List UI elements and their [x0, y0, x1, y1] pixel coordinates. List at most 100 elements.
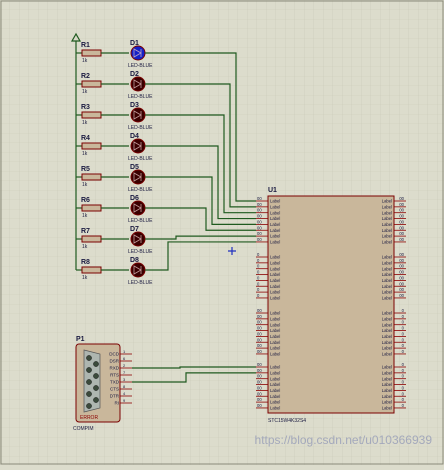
- resistor-body[interactable]: [81, 235, 102, 243]
- led-off[interactable]: [130, 107, 146, 123]
- resistor-ref: R6: [81, 197, 90, 204]
- ic-pin-number-left: 00: [257, 219, 262, 224]
- ic-pin-label-left: Label: [270, 272, 280, 277]
- ic-pin-label-left: Label: [270, 210, 280, 215]
- db9-pin-icon: [93, 385, 99, 391]
- connector-error-label: ERROR: [80, 415, 98, 421]
- ic-pin-label-right: Label: [382, 394, 392, 399]
- watermark-text: https://blog.csdn.net/u010366939: [255, 433, 433, 447]
- db9-pin-icon: [86, 355, 92, 361]
- ic-pin-number-right: 00: [399, 293, 404, 298]
- ic-pin-label-right: Label: [382, 284, 392, 289]
- led-off[interactable]: [130, 76, 146, 92]
- ic-pin-label-left: Label: [270, 199, 280, 204]
- ic-body[interactable]: [267, 195, 395, 414]
- led-lit[interactable]: [130, 45, 146, 61]
- ic-pin-number-left: 00: [257, 368, 262, 373]
- ic-pin-label-left: Label: [270, 346, 280, 351]
- ic-pin-number-left: 00: [257, 237, 262, 242]
- ic-pin-label-right: Label: [382, 322, 392, 327]
- ic-pin-label-left: Label: [270, 328, 280, 333]
- ic-pin-number-right: 00: [399, 202, 404, 207]
- ic-pin-label-right: Label: [382, 388, 392, 393]
- ic-pin-label-left: Label: [270, 352, 280, 357]
- ic-pin-number-right: 00: [399, 237, 404, 242]
- ic-pin-number-right: 00: [399, 225, 404, 230]
- resistor-value: 1k: [82, 151, 88, 157]
- ic-pin-number-left: 00: [257, 391, 262, 396]
- led-label: LED-BLUE: [128, 187, 153, 193]
- ic-pin-label-left: Label: [270, 240, 280, 245]
- resistor-body[interactable]: [81, 204, 102, 212]
- ic-pin-number-right: 00: [399, 281, 404, 286]
- ic-pin-number-right: 00: [399, 231, 404, 236]
- resistor-body[interactable]: [81, 266, 102, 274]
- ic-pin-label-left: Label: [270, 234, 280, 239]
- resistor-ref: R2: [81, 73, 90, 80]
- ic-pin-label-left: Label: [270, 311, 280, 316]
- ic-pin-number-left: 00: [257, 343, 262, 348]
- db9-pin-icon: [93, 397, 99, 403]
- ic-pin-number-right: 00: [399, 208, 404, 213]
- ic-pin-number-left: 00: [257, 231, 262, 236]
- led-off[interactable]: [130, 138, 146, 154]
- ic-pin-number-left: 00: [257, 196, 262, 201]
- ic-pin-number-right: 00: [399, 196, 404, 201]
- led-off[interactable]: [130, 200, 146, 216]
- ic-pin-label-right: Label: [382, 340, 392, 345]
- ic-pin-label-left: Label: [270, 340, 280, 345]
- ic-pin-number-left: 00: [257, 362, 262, 367]
- ic-pin-label-left: Label: [270, 334, 280, 339]
- resistor-body[interactable]: [81, 173, 102, 181]
- connector-ref: P1: [76, 336, 85, 343]
- ic-pin-number-right: 00: [399, 214, 404, 219]
- connector-pin-label: RTS: [110, 373, 119, 378]
- resistor-body[interactable]: [81, 49, 102, 57]
- led-label: LED-BLUE: [128, 280, 153, 286]
- ic-pin-label-right: Label: [382, 260, 392, 265]
- ic-pin-label-left: Label: [270, 322, 280, 327]
- led-label: LED-BLUE: [128, 156, 153, 162]
- db9-pin-icon: [86, 367, 92, 373]
- ic-pin-label-right: Label: [382, 316, 392, 321]
- db9-pin-icon: [86, 403, 92, 409]
- microcontroller-u1[interactable]: U1 STC15W4K32S4 00 Label 00 Label 00 Label 00 Lab…: [256, 187, 406, 424]
- connector-pin-label: RI: [115, 401, 120, 406]
- ic-pin-label-left: Label: [270, 228, 280, 233]
- resistor-ref: R7: [81, 228, 90, 235]
- ic-pin-number-left: 00: [257, 320, 262, 325]
- led-off[interactable]: [130, 231, 146, 247]
- ic-pin-label-right: Label: [382, 199, 392, 204]
- ic-pin-label-left: Label: [270, 316, 280, 321]
- led-off[interactable]: [130, 262, 146, 278]
- led-off[interactable]: [130, 169, 146, 185]
- connector-pin-label: CTS: [110, 387, 119, 392]
- connector-pin-label: RXD: [109, 366, 119, 371]
- ic-pin-label-left: Label: [270, 278, 280, 283]
- resistor-value: 1k: [82, 213, 88, 219]
- ic-pin-label-right: Label: [382, 240, 392, 245]
- ic-pin-number-left: 00: [257, 385, 262, 390]
- ic-pin-number-right: 00: [399, 258, 404, 263]
- ic-pin-label-left: Label: [270, 255, 280, 260]
- led-label: LED-BLUE: [128, 249, 153, 255]
- ic-pin-label-right: Label: [382, 382, 392, 387]
- led-label: LED-BLUE: [128, 125, 153, 131]
- schematic-canvas: R1 1k D1 LED-BLUE R2 1k D2 LED-BLUE R3 1k D3 LED-BL…: [0, 0, 444, 465]
- connector-pin-label: TXD: [110, 380, 120, 385]
- resistor-body[interactable]: [81, 142, 102, 150]
- ic-pin-label-left: Label: [270, 382, 280, 387]
- ic-pin-number-left: 00: [257, 403, 262, 408]
- connector-pin-label: DSR: [109, 359, 119, 364]
- ic-pin-label-right: Label: [382, 228, 392, 233]
- ic-pin-number-left: 00: [257, 314, 262, 319]
- ic-pin-number-right: 00: [399, 264, 404, 269]
- resistor-body[interactable]: [81, 80, 102, 88]
- resistor-body[interactable]: [81, 111, 102, 119]
- led-label: LED-BLUE: [128, 218, 153, 224]
- ic-pin-label-right: Label: [382, 376, 392, 381]
- resistor-value: 1k: [82, 244, 88, 250]
- ic-pin-number-left: 00: [257, 214, 262, 219]
- ic-pin-number-left: 00: [257, 308, 262, 313]
- ic-pin-label-right: Label: [382, 216, 392, 221]
